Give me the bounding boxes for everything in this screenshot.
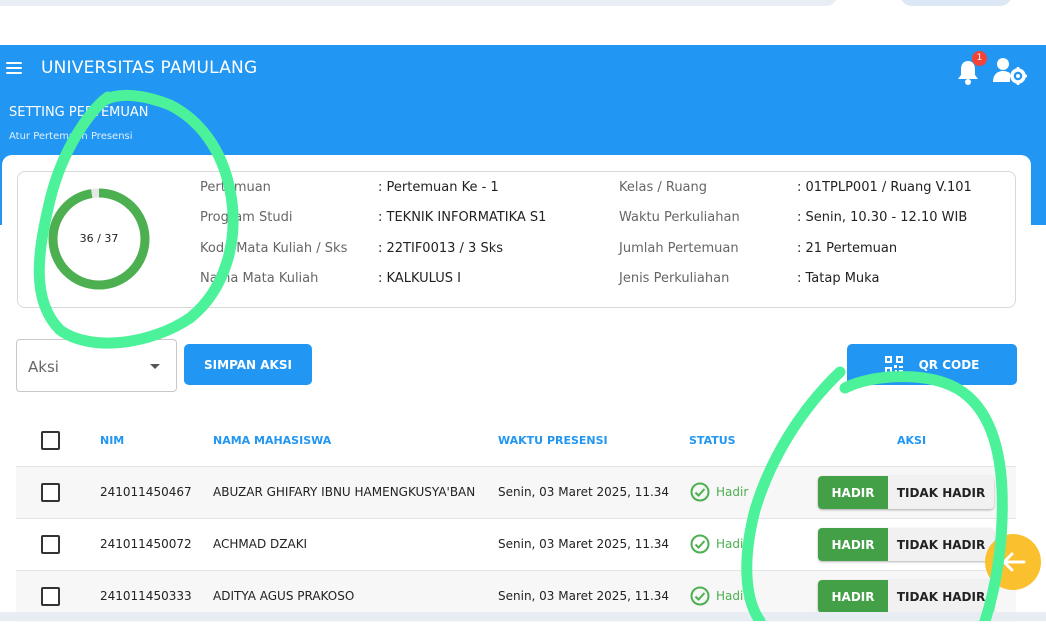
row-action-group: HADIR TIDAK HADIR <box>818 476 994 509</box>
hadir-button[interactable]: HADIR <box>818 476 888 509</box>
select-all-checkbox[interactable] <box>41 431 60 450</box>
browser-top-strip <box>0 0 1046 44</box>
row-status: Hadir <box>690 482 748 502</box>
nama-mk-label: Nama Mata Kuliah <box>200 271 319 286</box>
tidak-hadir-button[interactable]: TIDAK HADIR <box>888 580 994 613</box>
aksi-select[interactable]: Aksi <box>16 339 177 392</box>
row-nama: ACHMAD DZAKI <box>213 537 308 551</box>
aksi-select-value: Aksi <box>28 358 59 376</box>
row-nim: 241011450333 <box>100 589 192 603</box>
check-circle-icon <box>690 482 710 502</box>
qr-code-label: QR CODE <box>918 357 980 372</box>
hadir-button[interactable]: HADIR <box>818 580 888 613</box>
row-status-text: Hadir <box>716 589 749 603</box>
row-status: Hadir <box>690 534 748 554</box>
kode-mk-value: : 22TIF0013 / 3 Sks <box>378 241 503 256</box>
notification-badge: 1 <box>972 51 987 66</box>
hamburger-menu-icon[interactable] <box>6 62 22 76</box>
row-nama: ABUZAR GHIFARY IBNU HAMENGKUSYA'BAN <box>213 485 476 499</box>
row-status-text: Hadir <box>716 537 749 551</box>
jenis-label: Jenis Perkuliahan <box>619 271 730 286</box>
row-checkbox[interactable] <box>41 535 60 554</box>
top-search-bar[interactable] <box>0 0 838 6</box>
page-subtitle: Atur Pertemuan Presensi <box>9 131 133 142</box>
tidak-hadir-button[interactable]: TIDAK HADIR <box>888 528 994 561</box>
header-status: STATUS <box>689 434 736 447</box>
row-waktu: Senin, 03 Maret 2025, 11.34 <box>498 589 670 603</box>
jenis-value: : Tatap Muka <box>797 271 880 286</box>
row-checkbox[interactable] <box>41 483 60 502</box>
kode-mk-label: Kode Mata Kuliah / Sks <box>200 241 348 256</box>
back-fab-button[interactable] <box>985 534 1041 590</box>
qr-code-icon <box>884 355 903 374</box>
row-status-text: Hadir <box>716 485 749 499</box>
chevron-down-icon <box>150 364 160 369</box>
qr-code-button[interactable]: QR CODE <box>847 344 1017 385</box>
simpan-aksi-button[interactable]: SIMPAN AKSI <box>184 344 312 385</box>
app-title: UNIVERSITAS PAMULANG <box>41 58 258 78</box>
kelas-label: Kelas / Ruang <box>619 180 708 195</box>
waktu-value: : Senin, 10.30 - 12.10 WIB <box>797 210 968 225</box>
row-waktu: Senin, 03 Maret 2025, 11.34 <box>498 537 670 551</box>
check-circle-icon <box>690 534 710 554</box>
top-button[interactable] <box>900 0 1012 6</box>
row-nim: 241011450467 <box>100 485 192 499</box>
check-circle-icon <box>690 586 710 606</box>
program-studi-value: : TEKNIK INFORMATIKA S1 <box>378 210 547 225</box>
row-action-group: HADIR TIDAK HADIR <box>818 528 994 561</box>
header-aksi: AKSI <box>897 434 927 447</box>
kelas-value: : 01TPLP001 / Ruang V.101 <box>797 180 972 195</box>
header-nama: NAMA MAHASISWA <box>213 434 332 447</box>
attendance-progress-text: 36 / 37 <box>79 232 119 245</box>
arrow-left-icon <box>1002 552 1026 572</box>
row-nim: 241011450072 <box>100 537 192 551</box>
pertemuan-label: Pertemuan <box>200 180 271 195</box>
jumlah-label: Jumlah Pertemuan <box>619 241 739 256</box>
tidak-hadir-button[interactable]: TIDAK HADIR <box>888 476 994 509</box>
user-settings-icon[interactable] <box>992 56 1028 86</box>
header-waktu: WAKTU PRESENSI <box>498 434 608 447</box>
row-status: Hadir <box>690 586 748 606</box>
waktu-label: Waktu Perkuliahan <box>619 210 740 225</box>
hadir-button[interactable]: HADIR <box>818 528 888 561</box>
row-waktu: Senin, 03 Maret 2025, 11.34 <box>498 485 670 499</box>
nama-mk-value: : KALKULUS I <box>378 271 461 286</box>
page-title: SETTING PERTEMUAN <box>9 105 149 120</box>
row-checkbox[interactable] <box>41 587 60 606</box>
bottom-bar <box>0 612 1046 621</box>
header-nim: NIM <box>100 434 125 447</box>
row-nama: ADITYA AGUS PRAKOSO <box>213 589 355 603</box>
pertemuan-value: : Pertemuan Ke - 1 <box>378 180 499 195</box>
row-action-group: HADIR TIDAK HADIR <box>818 580 994 613</box>
program-studi-label: Program Studi <box>200 210 293 225</box>
jumlah-value: : 21 Pertemuan <box>797 241 898 256</box>
